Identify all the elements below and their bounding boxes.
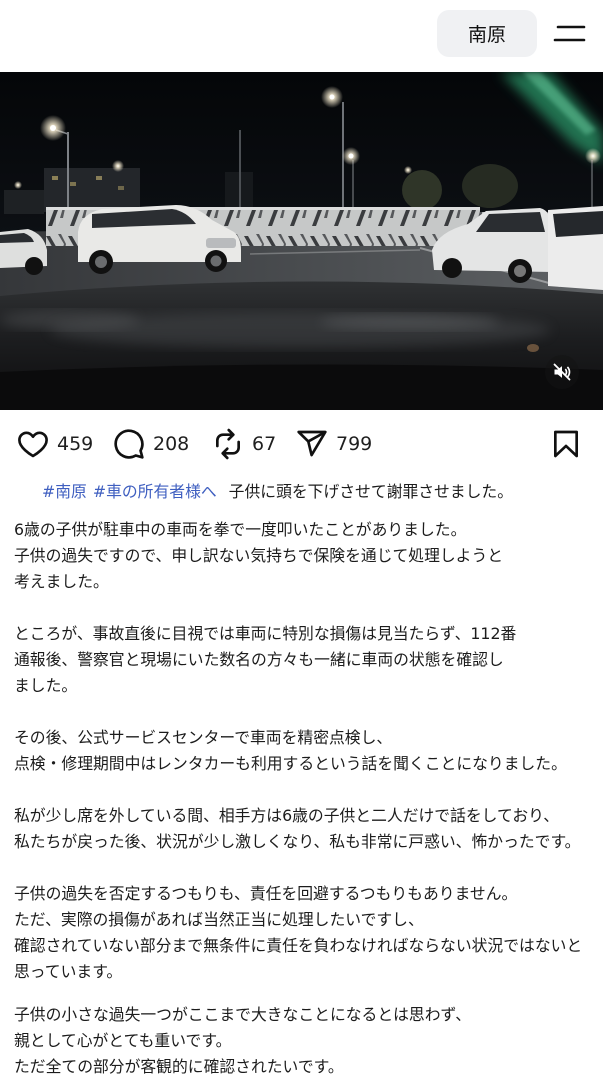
body-paragraph: 私が少し席を外している間、相手方は6歳の子供と二人だけで話をしており、私たちが戻… — [14, 803, 604, 855]
body-line: 考えました。 — [14, 572, 109, 591]
post-body: 6歳の子供が駐車中の車両を拳で一度叩いたことがありました。子供の過失ですので、申… — [14, 517, 604, 1080]
send-icon — [297, 430, 327, 457]
share-button[interactable]: 799 — [296, 423, 372, 465]
body-paragraph: その後、公式サービスセンターで車両を精密点検し、点検・修理期間中はレンタカーも利… — [14, 725, 604, 777]
caption-text: 子供に頭を下げさせて謝罪させました。 — [228, 482, 514, 501]
save-button[interactable] — [550, 423, 582, 465]
action-bar: 459 208 67 799 — [0, 423, 608, 465]
body-line: その後、公式サービスセンターで車両を精密点検し、 — [14, 728, 393, 747]
body-paragraph: 子供の過失を否定するつもりも、責任を回避するつもりもありません。 ただ、実際の損傷… — [14, 881, 604, 985]
mute-button[interactable] — [545, 355, 579, 389]
like-button[interactable]: 459 — [17, 423, 93, 465]
body-line: 確認されていない部分まで無条件に責任を負わなければならない状況ではないと — [14, 936, 583, 955]
share-count: 799 — [336, 433, 373, 455]
comment-button[interactable]: 208 — [113, 423, 189, 465]
body-line: 親として心がとても重いです。 — [14, 1031, 232, 1050]
bookmark-icon — [554, 430, 578, 458]
hashtag-link[interactable]: #車の所有者様へ — [93, 482, 217, 501]
body-line: ました。 — [14, 676, 78, 695]
body-paragraph: 6歳の子供が駐車中の車両を拳で一度叩いたことがありました。子供の過失ですので、申… — [14, 517, 604, 595]
body-paragraph: 子供の小さな過失一つがここまで大きなことになるとは思わず、 親として心がとても重い… — [14, 1002, 604, 1080]
repost-icon — [216, 428, 240, 460]
body-line: 通報後、警察官と現場にいた数名の方々も一緒に車両の状態を確認し — [14, 650, 504, 669]
body-line: 点検・修理期間中はレンタカーも利用するという話を聞くことになりました。 — [14, 754, 567, 773]
body-line: ただ全ての部分が客観的に確認されたいです。 — [14, 1057, 344, 1076]
speaker-muted-icon — [553, 363, 571, 381]
repost-count: 67 — [252, 433, 277, 455]
body-line: 子供の過失ですので、申し訳ない気持ちで保険を通じて処理しようと — [14, 546, 504, 565]
video-player[interactable] — [0, 72, 603, 410]
white-suv-right — [548, 206, 603, 290]
body-line: 私たちが戻った後、状況が少し激しくなり、私も非常に戸惑い、怖かったです。 — [14, 832, 581, 851]
body-line: ただ、実際の損傷があれば当然正当に処理したいですし、 — [14, 910, 424, 929]
video-frame — [0, 72, 603, 410]
location-button[interactable]: 南原 — [437, 10, 537, 57]
heart-icon — [18, 431, 48, 458]
repost-button[interactable]: 67 — [212, 423, 276, 465]
body-line: 私が少し席を外している間、相手方は6歳の子供と二人だけで話をしており、 — [14, 806, 560, 825]
menu-icon[interactable] — [552, 18, 588, 50]
body-paragraph: ところが、事故直後に目視では車両に特別な損傷は見当たらず、112番 通報後、警察官… — [14, 621, 604, 699]
body-line: 子供の過失を否定するつもりも、責任を回避するつもりもありません。 — [14, 884, 518, 903]
body-line: ところが、事故直後に目視では車両に特別な損傷は見当たらず、112番 — [14, 624, 517, 643]
hashtag-link[interactable]: #南原 — [42, 482, 87, 501]
comment-icon — [114, 429, 144, 459]
top-bar: 南原 — [0, 0, 608, 72]
body-line: 6歳の子供が駐車中の車両を拳で一度叩いたことがありました。 — [14, 520, 467, 539]
body-line: 思っています。 — [14, 962, 123, 981]
like-count: 459 — [57, 433, 94, 455]
body-line: 子供の小さな過失一つがここまで大きなことになるとは思わず、 — [14, 1005, 472, 1024]
post-caption: #南原 #車の所有者様へ 子供に頭を下げさせて謝罪させました。 — [42, 479, 513, 505]
comment-count: 208 — [153, 433, 190, 455]
